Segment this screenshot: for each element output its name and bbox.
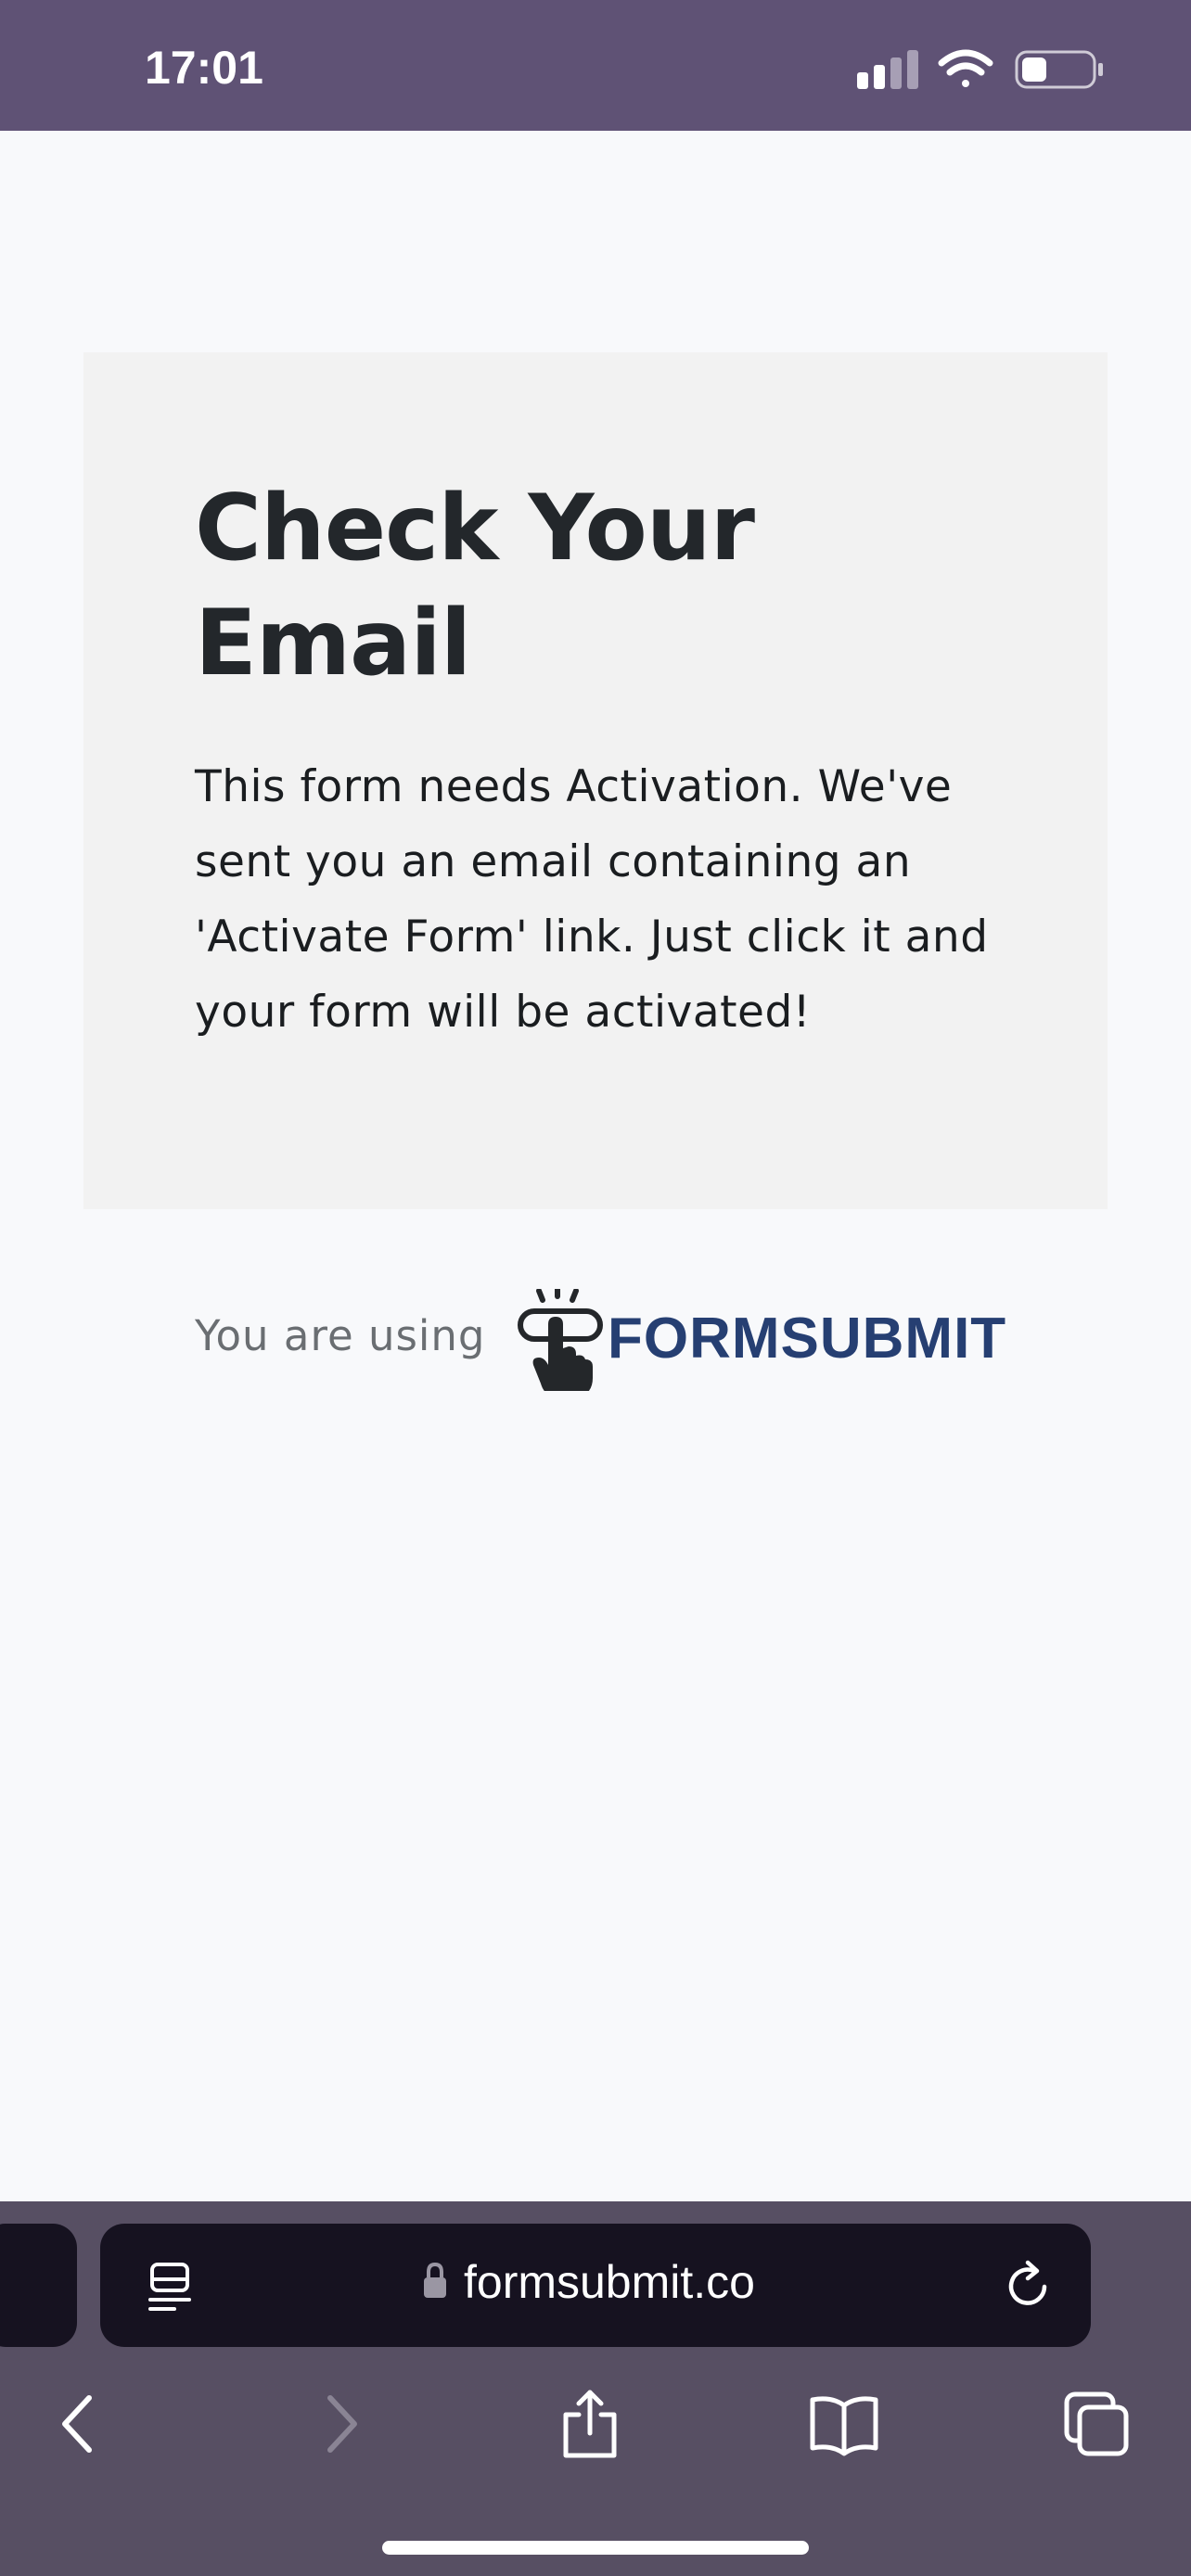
battery-icon xyxy=(1015,50,1103,89)
activation-card: Check Your Email This form needs Activat… xyxy=(83,352,1108,1209)
page-title: Check Your Email xyxy=(195,471,1030,701)
using-text: You are using xyxy=(195,1311,486,1360)
activation-message: This form needs Activation. We've sent y… xyxy=(195,761,989,1038)
formsubmit-logo[interactable]: FORMSUBMIT xyxy=(515,1289,1005,1391)
status-icons xyxy=(853,46,1113,93)
reload-icon[interactable] xyxy=(1004,2259,1056,2315)
forward-icon[interactable] xyxy=(302,2387,377,2461)
tab-menu-icon[interactable] xyxy=(147,2261,193,2313)
wifi-icon xyxy=(938,49,993,87)
page-title-line1: Check Your xyxy=(195,476,755,581)
share-icon[interactable] xyxy=(553,2387,627,2461)
cellular-signal-icon xyxy=(857,50,918,89)
formsubmit-hand-icon xyxy=(518,1289,603,1391)
bookmarks-icon[interactable] xyxy=(807,2387,881,2461)
formsubmit-wordmark: FORMSUBMIT xyxy=(608,1307,1007,1371)
tabs-icon[interactable] xyxy=(1059,2387,1133,2461)
lock-icon xyxy=(424,2263,446,2298)
status-time: 17:01 xyxy=(145,42,263,94)
powered-by: You are using FORMSUBMIT xyxy=(195,1289,1030,1391)
page-title-line2: Email xyxy=(195,591,471,696)
previous-tab-preview[interactable] xyxy=(0,2224,77,2347)
browser-toolbar: formsubmit.co xyxy=(0,2201,1191,2576)
home-indicator xyxy=(382,2541,809,2555)
status-bar: 17:01 xyxy=(0,0,1191,131)
address-bar[interactable]: formsubmit.co xyxy=(100,2224,1091,2347)
url-text: formsubmit.co xyxy=(464,2256,755,2308)
back-icon[interactable] xyxy=(43,2387,117,2461)
